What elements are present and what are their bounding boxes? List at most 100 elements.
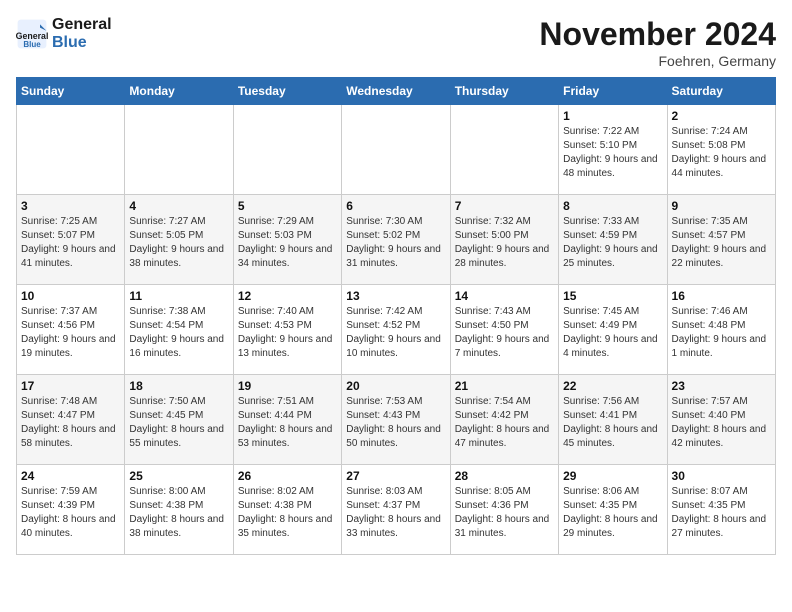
- day-number: 7: [455, 199, 554, 213]
- day-number: 22: [563, 379, 662, 393]
- calendar-cell: [125, 105, 233, 195]
- weekday-header-monday: Monday: [125, 78, 233, 105]
- calendar-cell: 19 Sunrise: 7:51 AM Sunset: 4:44 PM Dayli…: [233, 375, 341, 465]
- day-number: 13: [346, 289, 445, 303]
- day-info: Sunrise: 7:56 AM Sunset: 4:41 PM Dayligh…: [563, 395, 662, 451]
- day-number: 18: [129, 379, 228, 393]
- weekday-header-thursday: Thursday: [450, 78, 558, 105]
- calendar-week-row: 24 Sunrise: 7:59 AM Sunset: 4:39 PM Dayli…: [17, 465, 776, 555]
- day-number: 28: [455, 469, 554, 483]
- calendar-cell: 18 Sunrise: 7:50 AM Sunset: 4:45 PM Dayli…: [125, 375, 233, 465]
- day-number: 9: [672, 199, 771, 213]
- calendar-cell: 28 Sunrise: 8:05 AM Sunset: 4:36 PM Dayli…: [450, 465, 558, 555]
- day-info: Sunrise: 8:02 AM Sunset: 4:38 PM Dayligh…: [238, 485, 337, 541]
- day-info: Sunrise: 7:43 AM Sunset: 4:50 PM Dayligh…: [455, 305, 554, 361]
- day-info: Sunrise: 7:51 AM Sunset: 4:44 PM Dayligh…: [238, 395, 337, 451]
- weekday-header-tuesday: Tuesday: [233, 78, 341, 105]
- weekday-header-row: SundayMondayTuesdayWednesdayThursdayFrid…: [17, 78, 776, 105]
- calendar-cell: [17, 105, 125, 195]
- day-number: 23: [672, 379, 771, 393]
- day-info: Sunrise: 7:59 AM Sunset: 4:39 PM Dayligh…: [21, 485, 120, 541]
- day-number: 2: [672, 109, 771, 123]
- logo-icon: General Blue: [16, 18, 48, 50]
- day-number: 4: [129, 199, 228, 213]
- day-number: 1: [563, 109, 662, 123]
- calendar-cell: 15Sunrise: 7:45 AM Sunset: 4:49 PM Dayli…: [559, 285, 667, 375]
- day-number: 3: [21, 199, 120, 213]
- calendar-cell: 21Sunrise: 7:54 AM Sunset: 4:42 PM Dayli…: [450, 375, 558, 465]
- title-block: November 2024 Foehren, Germany: [539, 16, 776, 69]
- day-info: Sunrise: 7:22 AM Sunset: 5:10 PM Dayligh…: [563, 125, 662, 181]
- day-number: 17: [21, 379, 120, 393]
- calendar-cell: 1 Sunrise: 7:22 AM Sunset: 5:10 PM Daylig…: [559, 105, 667, 195]
- location: Foehren, Germany: [539, 53, 776, 69]
- calendar-cell: [450, 105, 558, 195]
- calendar-cell: 17 Sunrise: 7:48 AM Sunset: 4:47 PM Dayli…: [17, 375, 125, 465]
- day-info: Sunrise: 8:07 AM Sunset: 4:35 PM Dayligh…: [672, 485, 771, 541]
- day-info: Sunrise: 8:03 AM Sunset: 4:37 PM Dayligh…: [346, 485, 445, 541]
- day-info: Sunrise: 7:37 AM Sunset: 4:56 PM Dayligh…: [21, 305, 120, 361]
- calendar-cell: [342, 105, 450, 195]
- calendar-cell: 22 Sunrise: 7:56 AM Sunset: 4:41 PM Dayli…: [559, 375, 667, 465]
- calendar-table: SundayMondayTuesdayWednesdayThursdayFrid…: [16, 77, 776, 555]
- day-number: 30: [672, 469, 771, 483]
- day-number: 27: [346, 469, 445, 483]
- day-info: Sunrise: 7:40 AM Sunset: 4:53 PM Dayligh…: [238, 305, 337, 361]
- day-info: Sunrise: 7:35 AM Sunset: 4:57 PM Dayligh…: [672, 215, 771, 271]
- calendar-cell: 23 Sunrise: 7:57 AM Sunset: 4:40 PM Dayli…: [667, 375, 775, 465]
- day-number: 19: [238, 379, 337, 393]
- weekday-header-sunday: Sunday: [17, 78, 125, 105]
- day-number: 5: [238, 199, 337, 213]
- svg-text:Blue: Blue: [23, 39, 41, 48]
- weekday-header-friday: Friday: [559, 78, 667, 105]
- calendar-cell: 24 Sunrise: 7:59 AM Sunset: 4:39 PM Dayli…: [17, 465, 125, 555]
- logo-general: General: [52, 16, 112, 33]
- calendar-cell: 7Sunrise: 7:32 AM Sunset: 5:00 PM Daylig…: [450, 195, 558, 285]
- day-info: Sunrise: 7:27 AM Sunset: 5:05 PM Dayligh…: [129, 215, 228, 271]
- weekday-header-wednesday: Wednesday: [342, 78, 450, 105]
- day-number: 11: [129, 289, 228, 303]
- calendar-cell: 16Sunrise: 7:46 AM Sunset: 4:48 PM Dayli…: [667, 285, 775, 375]
- calendar-cell: 26 Sunrise: 8:02 AM Sunset: 4:38 PM Dayli…: [233, 465, 341, 555]
- calendar-week-row: 3 Sunrise: 7:25 AM Sunset: 5:07 PM Daylig…: [17, 195, 776, 285]
- calendar-cell: 29 Sunrise: 8:06 AM Sunset: 4:35 PM Dayli…: [559, 465, 667, 555]
- day-number: 16: [672, 289, 771, 303]
- day-number: 29: [563, 469, 662, 483]
- day-info: Sunrise: 7:50 AM Sunset: 4:45 PM Dayligh…: [129, 395, 228, 451]
- calendar-cell: 11 Sunrise: 7:38 AM Sunset: 4:54 PM Dayli…: [125, 285, 233, 375]
- day-info: Sunrise: 7:25 AM Sunset: 5:07 PM Dayligh…: [21, 215, 120, 271]
- day-info: Sunrise: 8:06 AM Sunset: 4:35 PM Dayligh…: [563, 485, 662, 541]
- day-info: Sunrise: 7:38 AM Sunset: 4:54 PM Dayligh…: [129, 305, 228, 361]
- calendar-week-row: 1 Sunrise: 7:22 AM Sunset: 5:10 PM Daylig…: [17, 105, 776, 195]
- calendar-cell: 27 Sunrise: 8:03 AM Sunset: 4:37 PM Dayli…: [342, 465, 450, 555]
- page-header: General Blue General Blue November 2024 …: [16, 16, 776, 69]
- calendar-cell: 25Sunrise: 8:00 AM Sunset: 4:38 PM Dayli…: [125, 465, 233, 555]
- day-info: Sunrise: 7:48 AM Sunset: 4:47 PM Dayligh…: [21, 395, 120, 451]
- calendar-cell: 9 Sunrise: 7:35 AM Sunset: 4:57 PM Daylig…: [667, 195, 775, 285]
- calendar-cell: 10 Sunrise: 7:37 AM Sunset: 4:56 PM Dayli…: [17, 285, 125, 375]
- day-number: 24: [21, 469, 120, 483]
- day-info: Sunrise: 7:42 AM Sunset: 4:52 PM Dayligh…: [346, 305, 445, 361]
- calendar-cell: 13 Sunrise: 7:42 AM Sunset: 4:52 PM Dayli…: [342, 285, 450, 375]
- calendar-week-row: 17 Sunrise: 7:48 AM Sunset: 4:47 PM Dayli…: [17, 375, 776, 465]
- logo: General Blue General Blue: [16, 16, 112, 51]
- day-number: 14: [455, 289, 554, 303]
- calendar-cell: 12 Sunrise: 7:40 AM Sunset: 4:53 PM Dayli…: [233, 285, 341, 375]
- day-info: Sunrise: 7:57 AM Sunset: 4:40 PM Dayligh…: [672, 395, 771, 451]
- day-number: 25: [129, 469, 228, 483]
- day-number: 10: [21, 289, 120, 303]
- day-info: Sunrise: 7:54 AM Sunset: 4:42 PM Dayligh…: [455, 395, 554, 451]
- month-title: November 2024: [539, 16, 776, 53]
- calendar-cell: 6Sunrise: 7:30 AM Sunset: 5:02 PM Daylig…: [342, 195, 450, 285]
- calendar-cell: 3 Sunrise: 7:25 AM Sunset: 5:07 PM Daylig…: [17, 195, 125, 285]
- calendar-cell: 5Sunrise: 7:29 AM Sunset: 5:03 PM Daylig…: [233, 195, 341, 285]
- day-info: Sunrise: 7:30 AM Sunset: 5:02 PM Dayligh…: [346, 215, 445, 271]
- day-number: 12: [238, 289, 337, 303]
- day-number: 8: [563, 199, 662, 213]
- day-info: Sunrise: 8:05 AM Sunset: 4:36 PM Dayligh…: [455, 485, 554, 541]
- day-info: Sunrise: 7:33 AM Sunset: 4:59 PM Dayligh…: [563, 215, 662, 271]
- day-info: Sunrise: 7:45 AM Sunset: 4:49 PM Dayligh…: [563, 305, 662, 361]
- calendar-cell: 4 Sunrise: 7:27 AM Sunset: 5:05 PM Daylig…: [125, 195, 233, 285]
- day-number: 26: [238, 469, 337, 483]
- day-number: 20: [346, 379, 445, 393]
